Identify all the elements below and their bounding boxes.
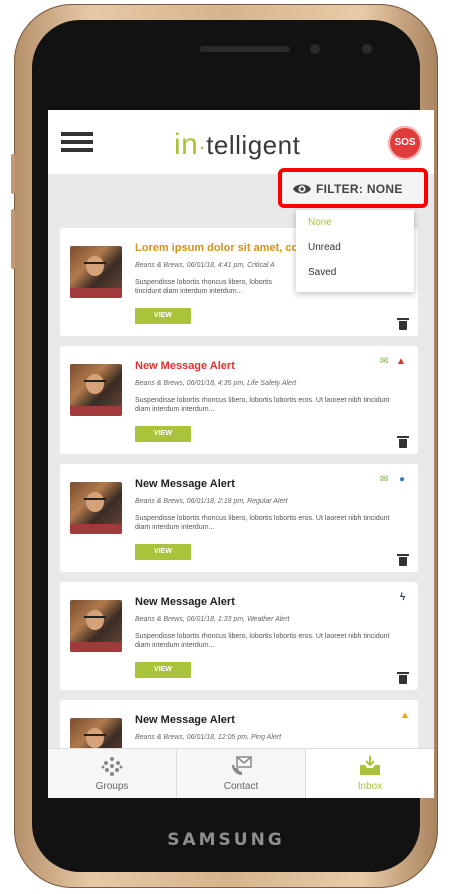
warning-icon: ▲ xyxy=(396,356,406,367)
filter-option-unread[interactable]: Unread xyxy=(296,235,414,260)
message-body: Suspendisse lobortis rhoncus libero, lob… xyxy=(135,515,390,531)
message-title: New Message Alert xyxy=(135,714,235,726)
dot-icon: ● xyxy=(399,474,406,485)
envelope-icon: ✉ xyxy=(380,356,389,367)
message-title: New Message Alert xyxy=(135,478,235,490)
message-meta: Beans & Brews, 06/01/18, 2:18 pm, Regula… xyxy=(135,498,288,505)
filter-option-none[interactable]: None xyxy=(296,210,414,235)
nav-label: Contact xyxy=(223,781,259,792)
message-title: Lorem ipsum dolor sit amet, co xyxy=(135,242,299,254)
nav-groups[interactable]: Groups xyxy=(48,749,176,798)
message-meta: Beans & Brews, 06/01/18, 1:33 pm, Weathe… xyxy=(135,616,290,623)
view-button[interactable]: VIEW xyxy=(135,426,191,442)
avatar xyxy=(70,364,122,416)
envelope-icon: ✉ xyxy=(380,474,389,485)
bell-icon: ▲ xyxy=(400,710,410,721)
filter-button[interactable]: FILTER: NONE xyxy=(278,168,428,208)
avatar xyxy=(70,246,122,298)
filter-label: FILTER: NONE xyxy=(316,182,403,196)
device-brand: SAMSUNG xyxy=(167,830,285,850)
filter-option-saved[interactable]: Saved xyxy=(296,260,414,285)
message-card[interactable]: ✉ ● New Message Alert Beans & Brews, 06/… xyxy=(60,464,418,572)
eye-icon xyxy=(293,184,311,194)
nav-inbox[interactable]: Inbox xyxy=(306,749,434,798)
message-title: New Message Alert xyxy=(135,360,235,372)
contact-icon xyxy=(232,756,252,775)
app-screen: in·telligent SOS FILTER: NONE None Unrea… xyxy=(48,110,434,798)
trash-icon[interactable] xyxy=(397,318,409,330)
nav-label: Groups xyxy=(95,781,129,792)
hamburger-icon[interactable] xyxy=(61,132,93,152)
app-logo: in·telligent xyxy=(174,128,301,161)
message-meta: Beans & Brews, 06/01/18, 12:05 pm, Ping … xyxy=(135,734,282,741)
view-button[interactable]: VIEW xyxy=(135,308,191,324)
view-button[interactable]: VIEW xyxy=(135,662,191,678)
phone-speaker xyxy=(200,46,290,52)
nav-label: Inbox xyxy=(357,781,383,792)
trash-icon[interactable] xyxy=(397,436,409,448)
message-card[interactable]: ✉ ▲ New Message Alert Beans & Brews, 06/… xyxy=(60,346,418,454)
view-button[interactable]: VIEW xyxy=(135,544,191,560)
message-body: Suspendisse lobortis rhoncus libero, lob… xyxy=(135,633,390,649)
avatar xyxy=(70,482,122,534)
avatar xyxy=(70,600,122,652)
filter-dropdown: None Unread Saved xyxy=(296,210,414,292)
nav-contact[interactable]: Contact xyxy=(176,749,306,798)
groups-icon xyxy=(101,757,123,776)
lightning-icon: ϟ xyxy=(400,592,406,603)
phone-camera xyxy=(310,44,320,54)
inbox-icon xyxy=(360,756,380,775)
app-header: in·telligent SOS xyxy=(48,110,434,174)
phone-sensor xyxy=(362,44,372,54)
message-body: Suspendisse lobortis rhoncus libero, lob… xyxy=(135,279,272,295)
side-button xyxy=(11,154,15,194)
message-title: New Message Alert xyxy=(135,596,235,608)
bottom-nav: Groups Contact Inbox xyxy=(48,748,434,798)
message-card[interactable]: ϟ New Message Alert Beans & Brews, 06/01… xyxy=(60,582,418,690)
sos-button[interactable]: SOS xyxy=(388,126,422,160)
side-button xyxy=(11,209,15,269)
message-meta: Beans & Brews, 06/01/18, 4:41 pm, Critic… xyxy=(135,262,275,269)
trash-icon[interactable] xyxy=(397,554,409,566)
trash-icon[interactable] xyxy=(397,672,409,684)
message-meta: Beans & Brews, 06/01/18, 4:35 pm, Life S… xyxy=(135,380,297,387)
message-body: Suspendisse lobortis rhoncus libero, lob… xyxy=(135,397,390,413)
